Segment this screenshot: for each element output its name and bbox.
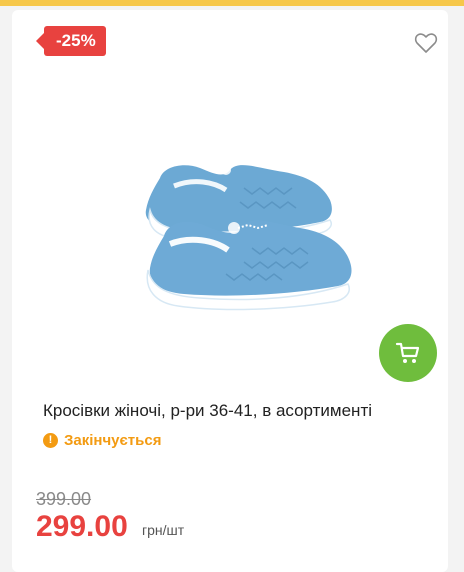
product-card[interactable]: -25% Кросівки жіночі, р-ри 36-41, в асор… (12, 10, 448, 572)
heart-icon (414, 33, 438, 53)
price-unit: грн/шт (142, 522, 185, 538)
exclamation-circle-icon: ! (43, 432, 58, 448)
add-to-cart-button[interactable] (379, 324, 437, 382)
product-title[interactable]: Кросівки жіночі, р-ри 36-41, в асортимен… (43, 399, 438, 423)
old-price: 399.00 (36, 489, 92, 509)
top-accent-strip (0, 0, 464, 6)
cart-icon (395, 342, 420, 363)
wishlist-button[interactable] (414, 32, 438, 54)
discount-badge: -25% (36, 26, 106, 56)
stock-status-label: Закінчується (64, 431, 162, 449)
stock-status: ! Закінчується (43, 430, 161, 450)
current-price: 299.00 (36, 510, 128, 543)
product-image[interactable] (134, 148, 360, 314)
